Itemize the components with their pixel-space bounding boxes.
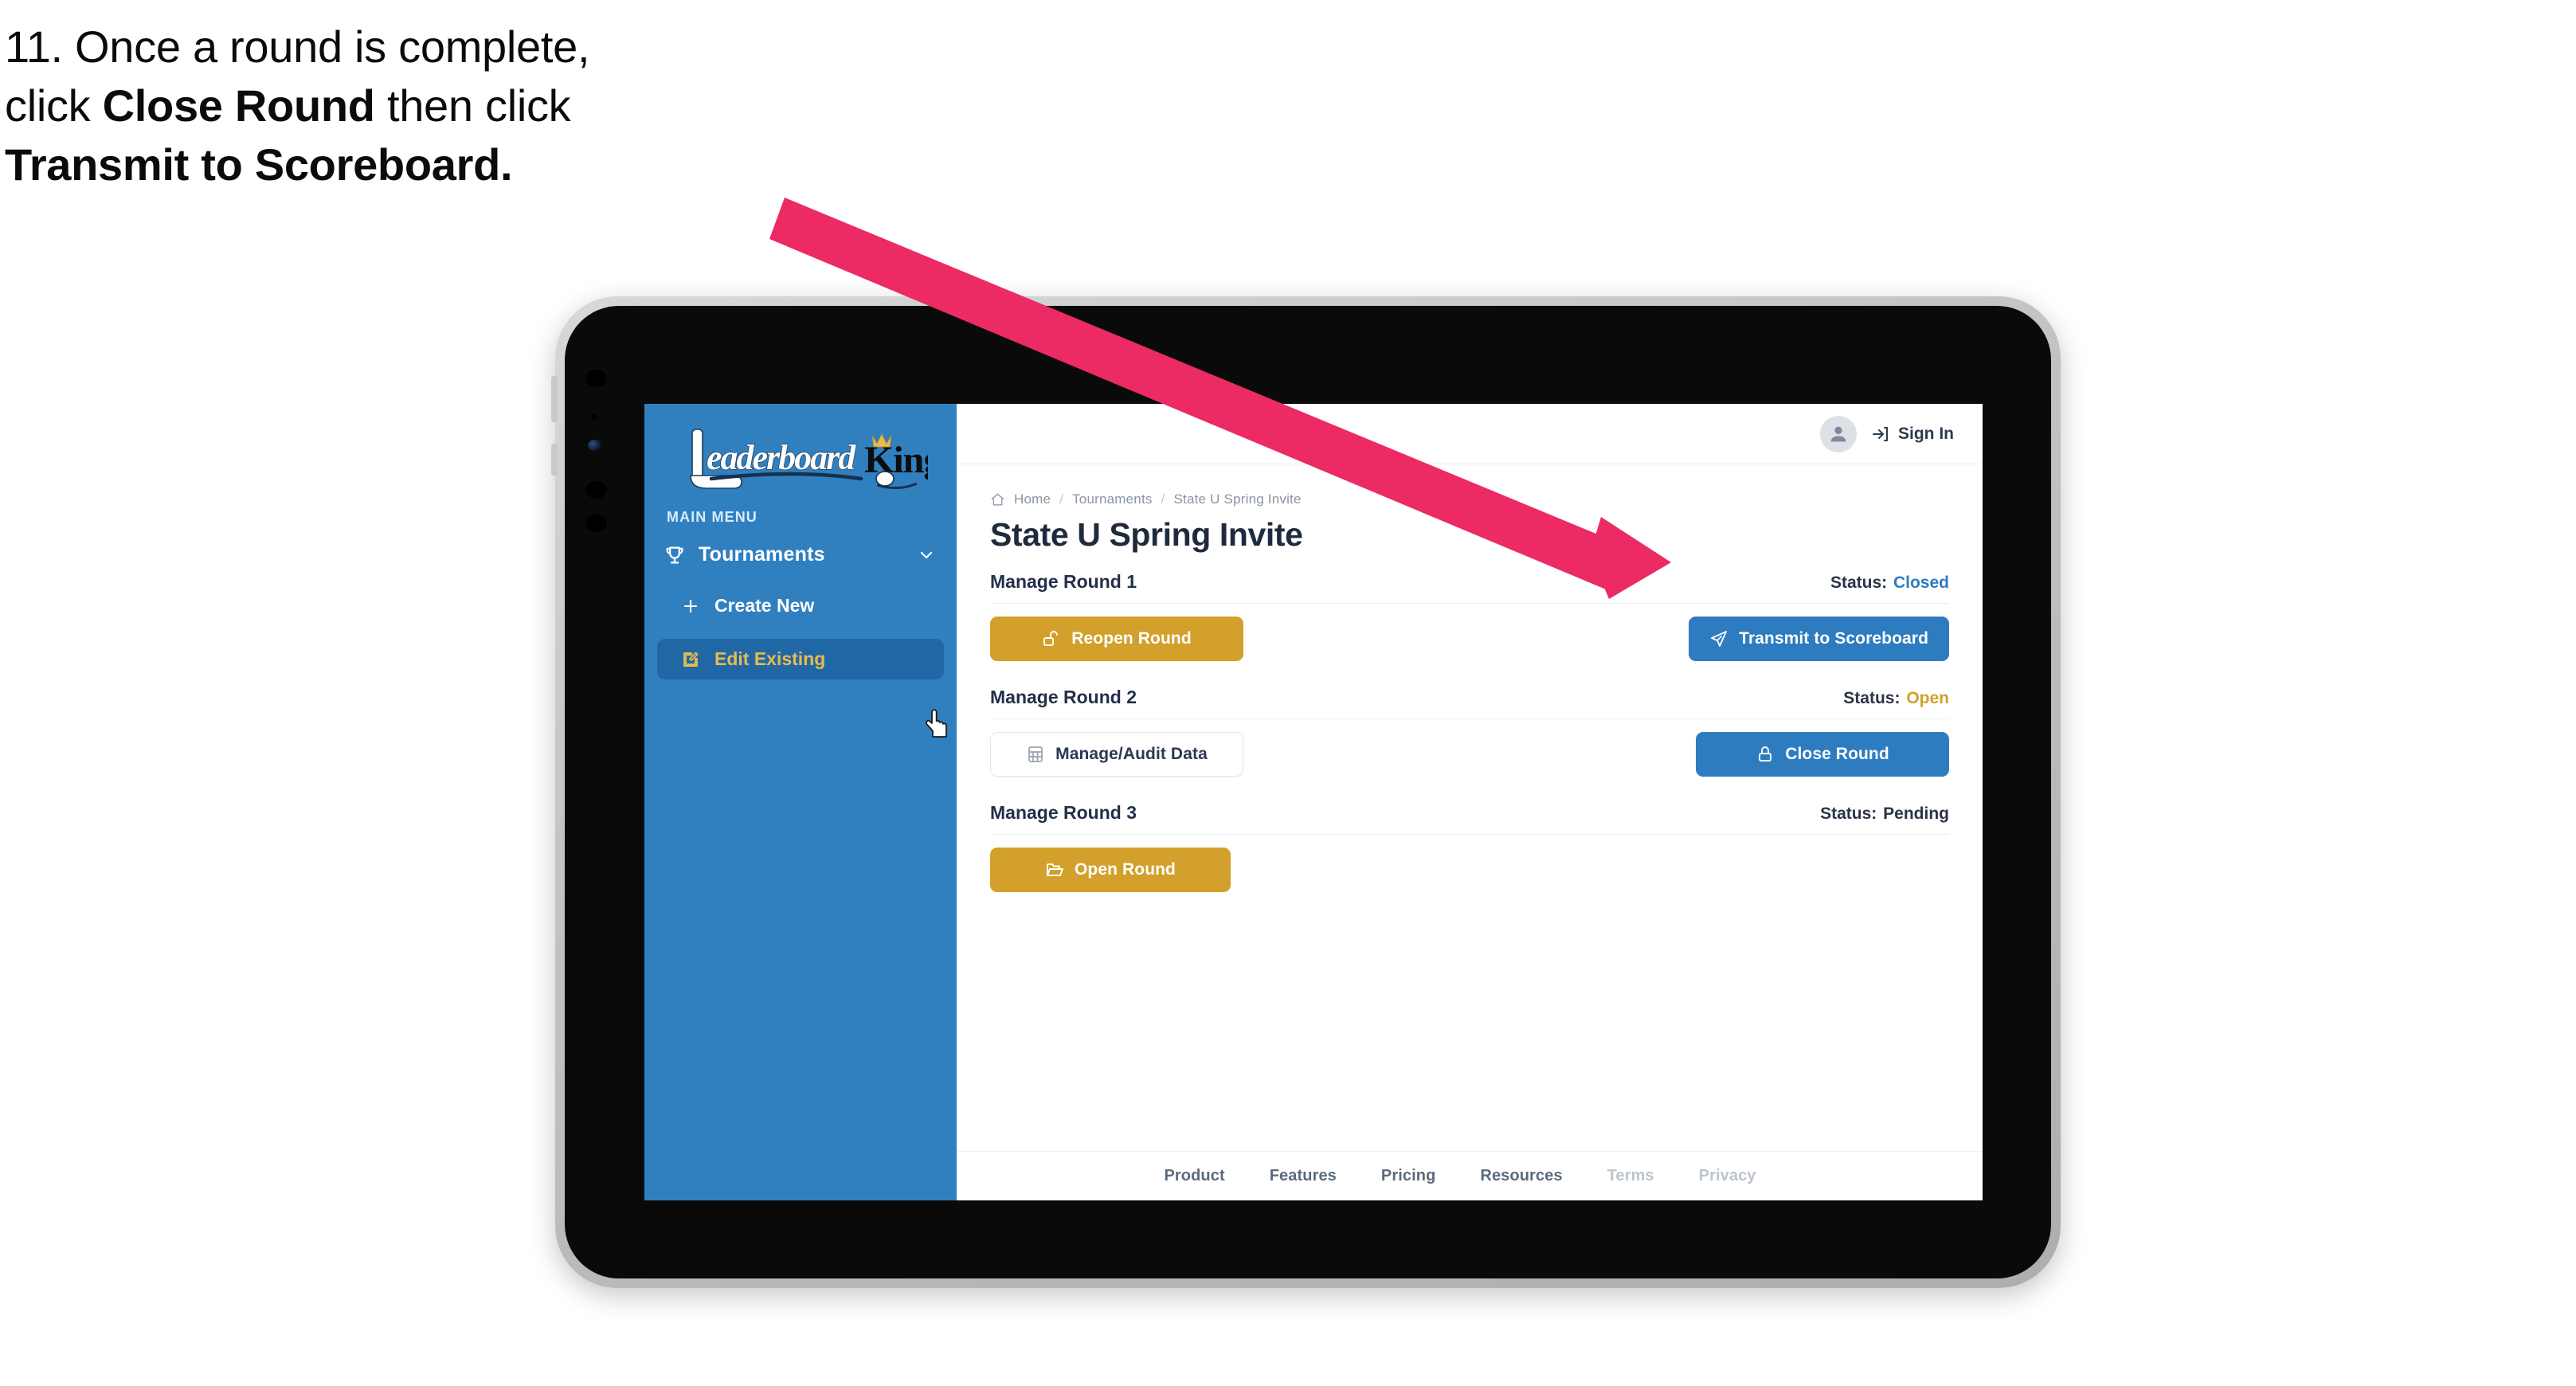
footer-link-resources[interactable]: Resources — [1480, 1167, 1562, 1185]
button-label: Manage/Audit Data — [1055, 745, 1208, 763]
instruction-transmit-emphasis: Transmit to Scoreboard. — [5, 139, 513, 190]
avatar[interactable] — [1820, 415, 1857, 452]
round-section-2: Manage Round 2 Status: Open Manage/Audit… — [990, 687, 1949, 777]
folder-open-icon — [1047, 863, 1063, 876]
transmit-to-scoreboard-button[interactable]: Transmit to Scoreboard — [1689, 617, 1949, 661]
sign-in-arrow-icon — [1873, 426, 1888, 441]
chevron-down-icon[interactable] — [917, 546, 936, 565]
instruction-close-round-emphasis: Close Round — [102, 80, 375, 131]
status-value: Pending — [1883, 805, 1949, 823]
instruction-line-1: 11. Once a round is complete, — [5, 22, 590, 72]
topbar: Sign In — [957, 404, 1983, 464]
footer-link-features[interactable]: Features — [1270, 1167, 1337, 1185]
footer-link-product[interactable]: Product — [1164, 1167, 1224, 1185]
hand-pointer-cursor — [926, 709, 947, 738]
breadcrumb: Home / Tournaments / State U Spring Invi… — [990, 491, 1949, 507]
app-footer: Product Features Pricing Resources Terms… — [957, 1151, 1983, 1200]
status-label: Status: — [1830, 574, 1888, 592]
plus-icon — [683, 599, 698, 613]
breadcrumb-separator: / — [1161, 491, 1165, 507]
sidebar-subitem-label: Edit Existing — [714, 648, 826, 669]
pencil-square-icon — [683, 652, 699, 667]
round-actions: Manage/Audit Data Close Round — [990, 732, 1949, 777]
status-value: Open — [1906, 689, 1949, 707]
svg-text:King: King — [864, 439, 928, 481]
close-round-button[interactable]: Close Round — [1696, 732, 1949, 777]
sign-in-label: Sign In — [1898, 424, 1954, 443]
sidebar-subitem-label: Create New — [714, 595, 815, 616]
brand-logo-mark: eaderboard King — [690, 429, 928, 489]
round-status: Status: Open — [1843, 689, 1949, 708]
user-avatar-icon — [1830, 426, 1846, 441]
sidebar-item-tournaments[interactable]: Tournaments — [664, 543, 957, 566]
trophy-icon — [666, 546, 683, 563]
tablet-bezel: eaderboard King MAIN MENU — [565, 306, 2051, 1278]
device-power-button — [551, 376, 558, 422]
speaker-dot-icon — [585, 481, 607, 499]
reopen-round-button[interactable]: Reopen Round — [990, 617, 1243, 661]
manage-audit-data-button[interactable]: Manage/Audit Data — [990, 732, 1243, 777]
instruction-line-2-pre: click — [5, 80, 103, 131]
button-label: Open Round — [1075, 860, 1176, 879]
page-title: State U Spring Invite — [990, 516, 1303, 553]
ambient-sensor-icon — [591, 414, 597, 420]
round-status: Status: Closed — [1830, 574, 1949, 593]
lock-icon — [1759, 746, 1772, 762]
round-status: Status: Pending — [1820, 805, 1949, 824]
round-actions: Reopen Round Transmit to Scoreboard — [990, 617, 1949, 661]
device-volume-button — [551, 444, 558, 476]
round-section-3: Manage Round 3 Status: Pending Open Roun… — [990, 802, 1949, 892]
sign-in-button[interactable]: Sign In — [1871, 425, 1954, 444]
status-label: Status: — [1820, 805, 1877, 823]
button-label: Transmit to Scoreboard — [1739, 629, 1928, 648]
footer-link-pricing[interactable]: Pricing — [1381, 1167, 1436, 1185]
sidebar-item-create-new[interactable]: Create New — [657, 585, 944, 626]
status-label: Status: — [1843, 689, 1901, 707]
sidebar-item-edit-existing[interactable]: Edit Existing — [657, 639, 944, 679]
round-header: Manage Round 1 Status: Closed — [990, 571, 1949, 604]
camera-lens-icon — [588, 440, 601, 451]
round-title: Manage Round 3 — [990, 802, 1137, 823]
sidebar-item-label: Tournaments — [699, 543, 825, 566]
sidebar-section-label: MAIN MENU — [667, 509, 758, 525]
round-header: Manage Round 3 Status: Pending — [990, 802, 1949, 835]
table-grid-icon — [1028, 746, 1043, 762]
button-label: Reopen Round — [1071, 629, 1192, 648]
button-label: Close Round — [1785, 745, 1889, 763]
breadcrumb-item-current: State U Spring Invite — [1173, 491, 1302, 507]
round-title: Manage Round 1 — [990, 571, 1137, 592]
status-value: Closed — [1893, 574, 1949, 592]
round-actions: Open Round — [990, 848, 1949, 892]
microphone-dot-icon — [585, 515, 607, 532]
sidebar: eaderboard King MAIN MENU — [644, 404, 957, 1200]
front-camera-icon — [585, 370, 607, 387]
footer-link-privacy[interactable]: Privacy — [1699, 1167, 1756, 1185]
app-screen: eaderboard King MAIN MENU — [644, 404, 1983, 1200]
instruction-line-2: click Close Round then click — [5, 76, 897, 135]
unlock-icon — [1043, 631, 1059, 646]
home-icon — [991, 493, 1004, 506]
round-section-1: Manage Round 1 Status: Closed Reopen Rou… — [990, 571, 1949, 661]
breadcrumb-item-home[interactable]: Home — [1014, 491, 1051, 507]
leaderboard-king-logo[interactable]: eaderboard King — [644, 421, 957, 495]
breadcrumb-separator: / — [1059, 491, 1064, 507]
main-panel: Home / Tournaments / State U Spring Invi… — [957, 464, 1983, 1151]
instruction-line-2-post: then click — [374, 80, 571, 131]
round-header: Manage Round 2 Status: Open — [990, 687, 1949, 719]
open-round-button[interactable]: Open Round — [990, 848, 1231, 892]
svg-text:eaderboard: eaderboard — [707, 438, 856, 477]
paper-plane-icon — [1711, 631, 1727, 647]
instruction-caption: 11. Once a round is complete, click Clos… — [5, 18, 897, 194]
tablet-device-frame: eaderboard King MAIN MENU — [551, 296, 2061, 1288]
breadcrumb-item-tournaments[interactable]: Tournaments — [1072, 491, 1152, 507]
round-title: Manage Round 2 — [990, 687, 1137, 707]
content-area: Sign In Home / Tournaments / State U Spr… — [957, 404, 1983, 1200]
footer-link-terms[interactable]: Terms — [1607, 1167, 1654, 1185]
